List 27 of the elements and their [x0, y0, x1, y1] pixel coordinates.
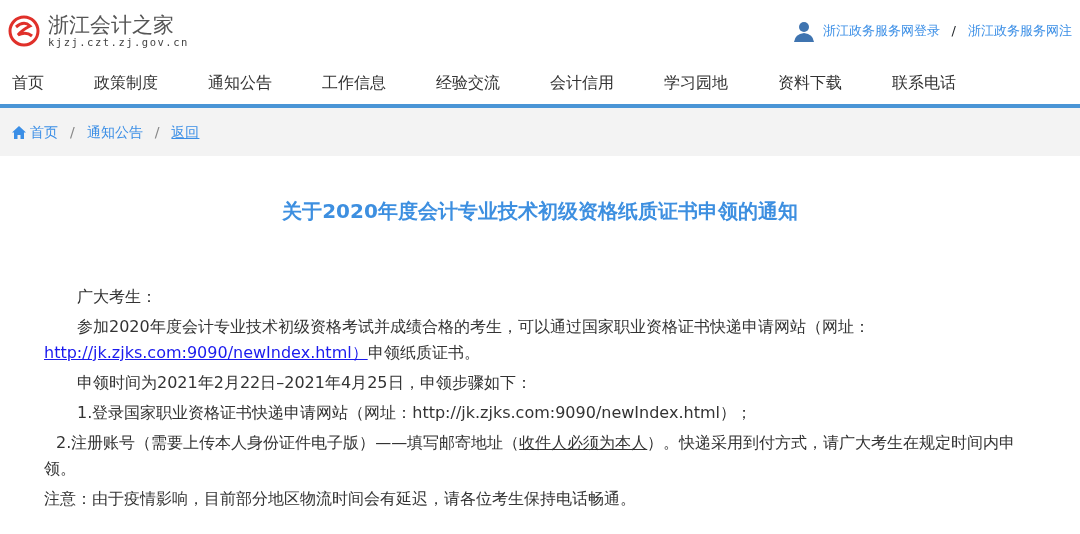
nav-link[interactable]: 资料下载 — [778, 71, 842, 95]
breadcrumb-separator: / — [70, 122, 75, 142]
nav-link[interactable]: 通知公告 — [208, 71, 272, 95]
paragraph: 1.登录国家职业资格证书快递申请网站（网址：http://jk.zjks.com:9090/newIndex.html）； — [76, 402, 753, 424]
paragraph: 申领时间为2021年2月22日–2021年4月25日，申领步骤如下： — [76, 372, 533, 394]
nav-link[interactable]: 经验交流 — [436, 71, 500, 95]
nav-link[interactable]: 学习园地 — [664, 71, 728, 95]
article-title: 关于2020年度会计专业技术初级资格纸质证书申领的通知 — [281, 198, 799, 225]
link[interactable]: http://jk.zjks.com:9090/newIndex.html） — [44, 343, 368, 362]
nav-link[interactable]: 工作信息 — [322, 71, 386, 95]
paragraph: 注意：由于疫情影响，目前部分地区物流时间会有延迟，请各位考生保持电话畅通。 — [44, 488, 637, 510]
home-icon — [12, 125, 26, 139]
nav-link[interactable]: 政策制度 — [94, 71, 158, 95]
paragraph: 广大考生： — [76, 286, 158, 308]
paragraph: 2.注册账号（需要上传本人身份证件电子版）——填写邮寄地址（收件人必须为本人）。快递采用到付方式，请广大考生在规定时间内申领。 — [44, 432, 1017, 480]
site-domain: kjzj.czt.zj.gov.cn — [48, 36, 189, 49]
nav-link[interactable]: 联系电话 — [892, 71, 956, 95]
site-name: 浙江会计之家 — [48, 13, 175, 37]
account-link[interactable]: 浙江政务服务网注 — [968, 21, 1072, 41]
nav-link[interactable]: 首页 — [12, 71, 44, 95]
separator: / — [951, 22, 956, 41]
logo-icon — [8, 15, 40, 47]
user-icon — [792, 20, 815, 42]
nav-link[interactable]: 会计信用 — [550, 71, 614, 95]
account-link[interactable]: 浙江政务服务网登录 — [822, 21, 940, 41]
breadcrumb-separator: / — [154, 122, 160, 142]
paragraph: 参加2020年度会计专业技术初级资格考试并成绩合格的考生，可以通过国家职业资格证书快递申请网站（网址： http://jk.zjks.com:9090/newIndex.html）申领纸质证书。 — [44, 316, 871, 364]
